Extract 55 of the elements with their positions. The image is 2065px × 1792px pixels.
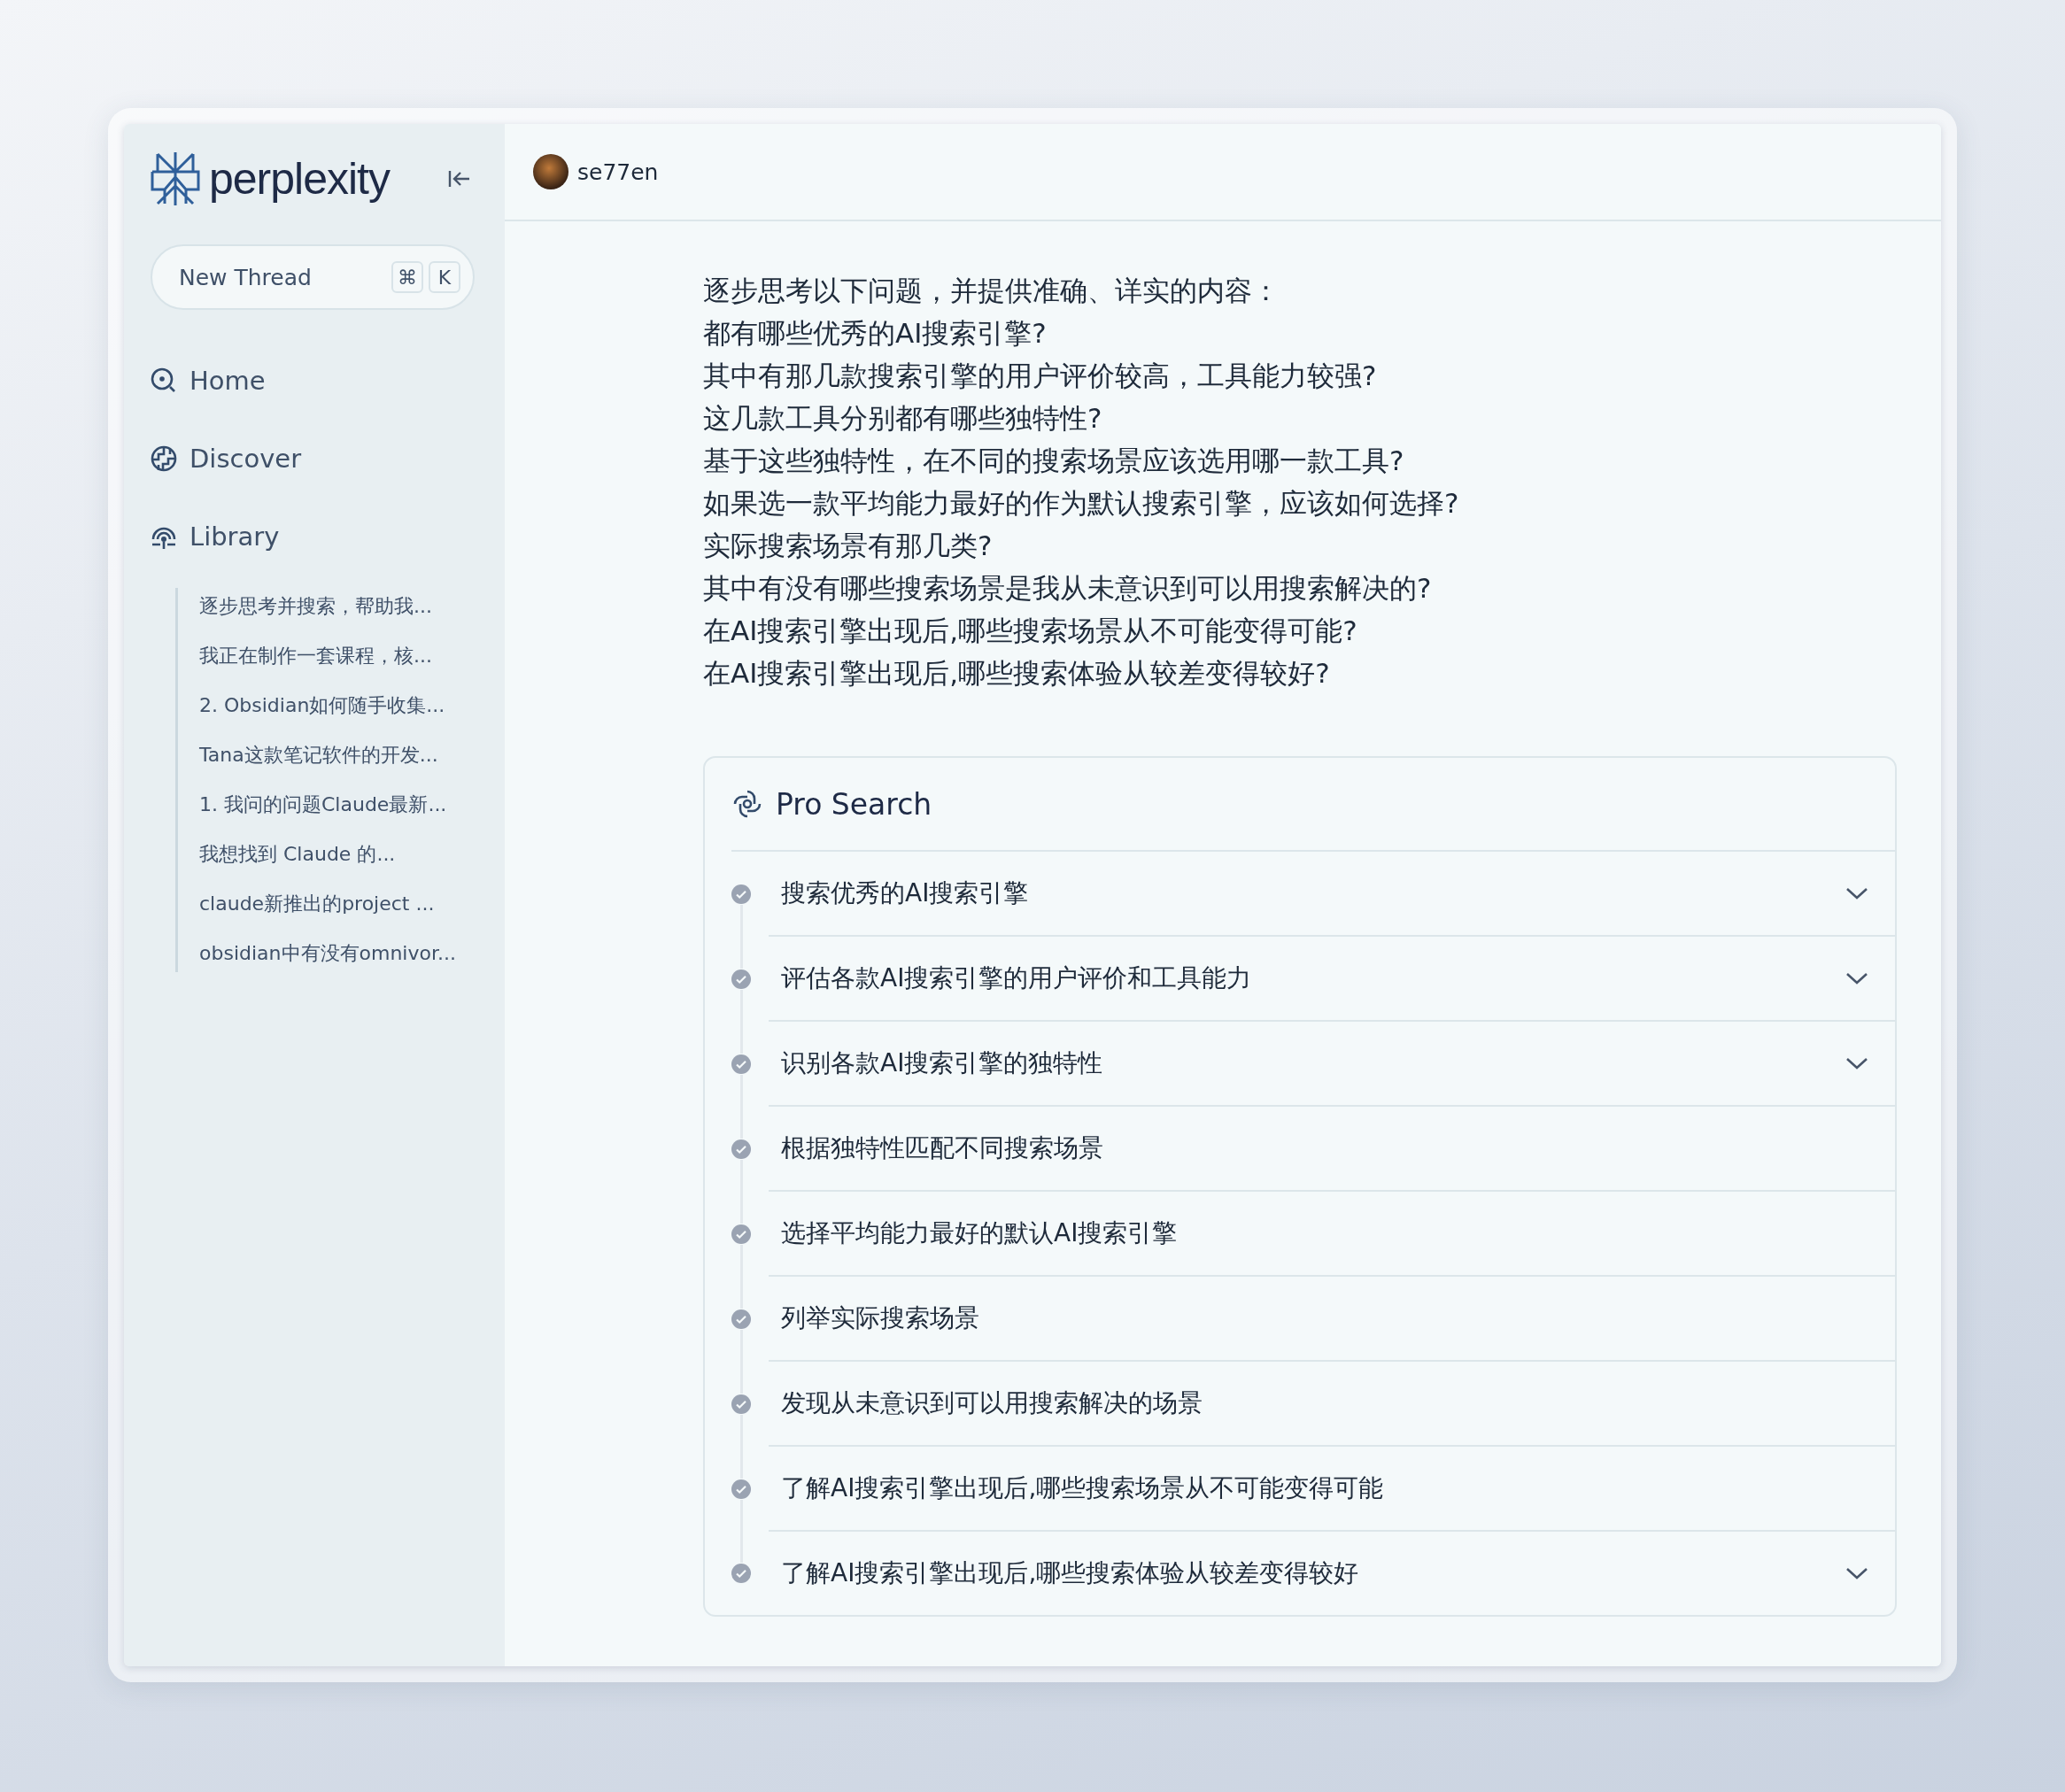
avatar [533,154,568,189]
search-icon [151,367,177,394]
library-thread-link[interactable]: 2. Obsidian如何随手收集... [199,691,478,721]
chevron-down-icon[interactable] [1845,886,1868,900]
step-label: 根据独特性匹配不同搜索场景 [781,1132,1103,1164]
step-label: 识别各款AI搜索引擎的独特性 [781,1047,1103,1079]
user-name: se77en [577,158,659,185]
question-line: 其中有没有哪些搜索场景是我从未意识到可以用搜索解决的? [703,571,1433,606]
library-thread-link[interactable]: Tana这款笔记软件的开发... [199,740,478,770]
step-label: 了解AI搜索引擎出现后,哪些搜索场景从不可能变得可能 [781,1472,1384,1504]
step-label: 列举实际搜索场景 [781,1302,979,1334]
nav-link[interactable]: Home [151,367,478,395]
step-row[interactable]: 列举实际搜索场景 [769,1277,1895,1362]
step-row[interactable]: 评估各款AI搜索引擎的用户评价和工具能力 [769,937,1895,1022]
question-line: 如果选一款平均能力最好的作为默认搜索引擎，应该如何选择? [703,486,1460,521]
library-thread-link[interactable]: 逐步思考并搜索，帮助我... [199,591,478,622]
step-label: 搜索优秀的AI搜索引擎 [781,877,1029,909]
step-label: 选择平均能力最好的默认AI搜索引擎 [781,1217,1178,1249]
swirl-icon [731,788,763,820]
question-line: 这几款工具分别都有哪些独特性? [703,401,1103,436]
question-line: 其中有那几款搜索引擎的用户评价较高，工具能力较强? [703,359,1378,393]
step-row[interactable]: 发现从未意识到可以用搜索解决的场景 [769,1362,1895,1447]
step-row[interactable]: 了解AI搜索引擎出现后,哪些搜索体验从较差变得较好 [769,1532,1895,1615]
chevron-down-icon[interactable] [1845,1056,1868,1070]
logo-text: perplexity [209,153,390,205]
step-label: 评估各款AI搜索引擎的用户评价和工具能力 [781,962,1252,994]
nav-link[interactable]: Discover [151,444,478,473]
library-thread-link[interactable]: 我正在制作一套课程，核... [199,641,478,671]
question-line: 都有哪些优秀的AI搜索引擎? [703,316,1048,351]
keyboard-key: K [429,261,460,293]
step-row[interactable]: 了解AI搜索引擎出现后,哪些搜索场景从不可能变得可能 [769,1447,1895,1532]
step-row[interactable]: 识别各款AI搜索引擎的独特性 [769,1022,1895,1107]
question-line: 在AI搜索引擎出现后,哪些搜索体验从较差变得较好? [703,656,1331,691]
pro-search-title: Pro Search [776,786,932,822]
step-row[interactable]: 根据独特性匹配不同搜索场景 [769,1107,1895,1192]
chevron-down-icon[interactable] [1845,1566,1868,1580]
logo-icon [151,151,200,207]
globe-icon [151,445,177,472]
question-line: 实际搜索场景有那几类? [703,529,994,563]
nav-link[interactable]: Library [151,522,478,551]
step-row[interactable]: 搜索优秀的AI搜索引擎 [769,852,1895,937]
question-line: 逐步思考以下问题，并提供准确、详实的内容： [703,274,1280,308]
question-line: 在AI搜索引擎出现后,哪些搜索场景从不可能变得可能? [703,614,1358,648]
library-thread-link[interactable]: obsidian中有没有omnivor... [199,938,478,969]
new-thread-button[interactable]: New Thread ⌘ K [151,244,475,310]
question-line: 基于这些独特性，在不同的搜索场景应该选用哪一款工具? [703,444,1405,478]
library-thread-link[interactable]: 1. 我问的问题Claude最新... [199,790,478,820]
collapse-sidebar-icon[interactable] [448,169,471,189]
step-label: 了解AI搜索引擎出现后,哪些搜索体验从较差变得较好 [781,1557,1359,1589]
keyboard-key: ⌘ [391,261,423,293]
library-thread-link[interactable]: claude新推出的project ... [199,889,478,919]
step-label: 发现从未意识到可以用搜索解决的场景 [781,1387,1203,1419]
step-row[interactable]: 选择平均能力最好的默认AI搜索引擎 [769,1192,1895,1277]
chevron-down-icon[interactable] [1845,971,1868,985]
library-thread-link[interactable]: 我想找到 Claude 的... [199,839,478,869]
